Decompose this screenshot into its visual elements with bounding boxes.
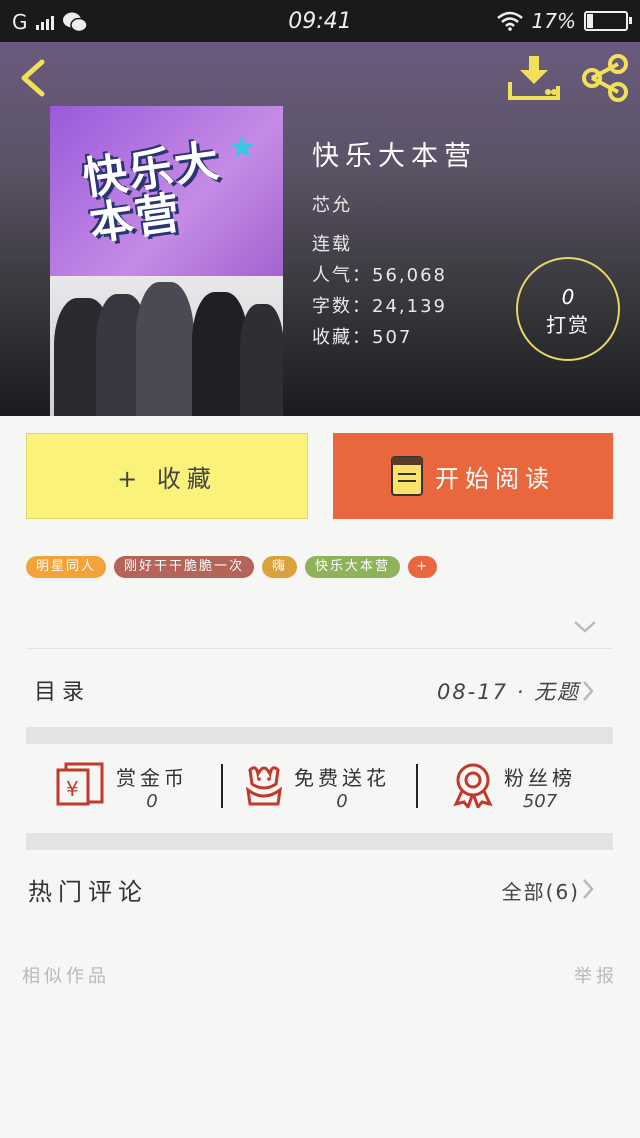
book-popularity: 人气：56,068 <box>312 265 447 286</box>
coins-stat[interactable]: ¥ 赏金币 0 <box>56 762 188 812</box>
coins-label: 赏金币 <box>116 766 188 790</box>
svg-text:¥: ¥ <box>66 777 79 801</box>
book-title: 快乐大本营 <box>312 141 477 172</box>
toc-label[interactable]: 目录 <box>34 674 90 706</box>
download-icon[interactable] <box>508 56 560 100</box>
back-arrow-icon[interactable] <box>14 58 54 98</box>
similar-works-label: 相似作品 <box>22 966 110 987</box>
hot-comments-title: 热门评论 <box>28 878 148 906</box>
tag-item[interactable]: 快乐大本营 <box>305 556 401 578</box>
divider <box>26 648 613 649</box>
start-reading-label: 开始阅读 <box>435 464 555 493</box>
fans-label: 粉丝榜 <box>504 766 576 790</box>
book-status: 连载 <box>312 234 352 255</box>
book-word-count: 字数：24,139 <box>312 296 447 317</box>
start-reading-button[interactable]: 开始阅读 <box>333 433 613 519</box>
cover-photo <box>50 276 283 416</box>
flower-icon <box>246 766 282 806</box>
fans-value: 507 <box>522 791 558 812</box>
tag-item[interactable]: 明星同人 <box>26 556 107 578</box>
flowers-label: 免费送花 <box>294 766 390 790</box>
book-info: 快乐大本营 芯允 连载 人气：56,068 字数：24,139 收藏：507 <box>312 134 477 354</box>
share-icon[interactable] <box>580 54 630 102</box>
battery-icon <box>584 11 632 31</box>
battery-percent: 17% <box>531 9 576 33</box>
tip-count: 0 <box>561 285 575 309</box>
tip-label: 打赏 <box>546 313 590 337</box>
chevron-down-icon[interactable] <box>573 620 597 634</box>
all-comments-link[interactable]: 全部(6) <box>502 876 580 905</box>
wifi-icon <box>496 11 523 31</box>
fans-stat[interactable]: 粉丝榜 507 <box>452 762 576 812</box>
chevron-right-icon[interactable] <box>582 878 594 900</box>
section-band <box>26 833 613 850</box>
report-link[interactable]: 举报 <box>574 962 618 988</box>
book-favorites: 收藏：507 <box>312 327 413 348</box>
add-tag-button[interactable]: + <box>408 556 437 578</box>
book-icon <box>391 456 423 496</box>
status-bar: G 09:41 17% <box>0 0 640 42</box>
flowers-stat[interactable]: 免费送花 0 <box>244 762 390 812</box>
stats-row: ¥ 赏金币 0 免费送花 0 粉丝榜 507 <box>26 744 613 834</box>
book-cover-image: ★ 快乐大本营 <box>50 106 283 416</box>
toc-latest-chapter[interactable]: 08-17 · 无题 <box>437 676 580 706</box>
stat-separator <box>221 764 223 808</box>
add-favorite-button[interactable]: + 收藏 <box>26 433 308 519</box>
badge-icon <box>453 763 493 808</box>
flowers-value: 0 <box>336 791 348 812</box>
tag-list: 明星同人 刚好干干脆脆一次 嗨 快乐大本营 + <box>26 556 437 578</box>
status-right: 17% <box>496 9 632 33</box>
add-favorite-label: + 收藏 <box>117 464 217 493</box>
tag-item[interactable]: 刚好干干脆脆一次 <box>114 556 255 578</box>
chevron-right-icon[interactable] <box>582 680 594 702</box>
stat-separator <box>416 764 418 808</box>
coins-value: 0 <box>146 791 158 812</box>
tip-button[interactable]: 0 打赏 <box>516 257 620 361</box>
tag-item[interactable]: 嗨 <box>262 556 298 578</box>
book-author[interactable]: 芯允 <box>312 191 477 222</box>
red-envelope-icon: ¥ <box>56 762 104 806</box>
section-band <box>26 727 613 744</box>
